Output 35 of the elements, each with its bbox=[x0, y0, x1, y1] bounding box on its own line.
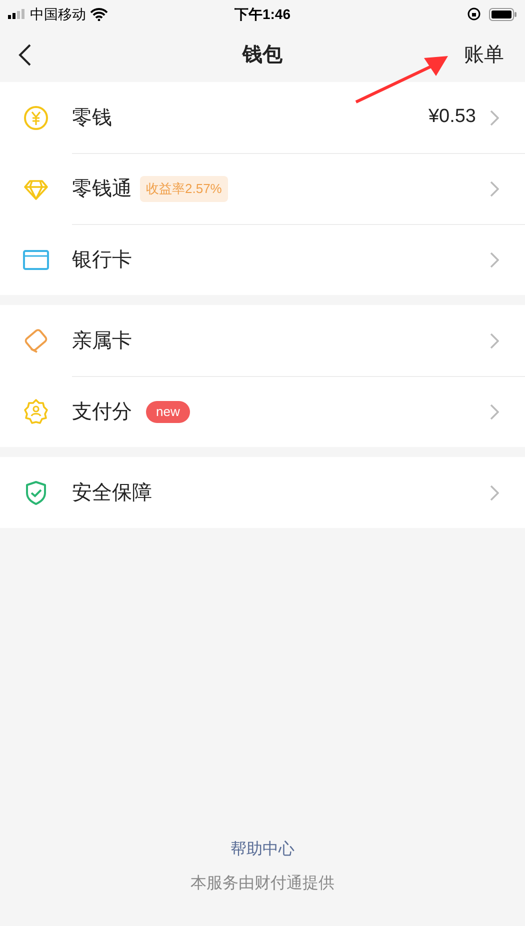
clock-time: 下午1:46 bbox=[234, 4, 291, 24]
chevron-icon bbox=[490, 252, 499, 268]
new-badge: new bbox=[146, 401, 190, 423]
coin-icon bbox=[22, 104, 50, 132]
rotation-lock-icon bbox=[467, 7, 481, 21]
menu-item[interactable]: 支付分 new bbox=[0, 376, 525, 447]
chevron-icon bbox=[490, 332, 499, 348]
chevron-icon bbox=[490, 110, 499, 126]
wifi-icon bbox=[90, 8, 108, 20]
item-label: 零钱通 bbox=[72, 177, 132, 202]
item-label: 零钱 bbox=[72, 106, 112, 130]
chevron-icon bbox=[490, 484, 499, 500]
signal-icon bbox=[8, 9, 26, 19]
item-label: 亲属卡 bbox=[72, 328, 132, 354]
item-label: 安全保障 bbox=[72, 480, 152, 506]
menu-item[interactable]: 安全保障 bbox=[0, 457, 525, 528]
chevron-icon bbox=[490, 404, 499, 420]
badge-person-icon bbox=[22, 398, 50, 426]
item-label: 支付分 bbox=[72, 400, 132, 425]
back-icon bbox=[18, 43, 32, 67]
menu-item[interactable]: 零钱通 收益率2.57% bbox=[0, 153, 525, 224]
item-label: 银行卡 bbox=[72, 248, 132, 273]
provider-note: 本服务由财付通提供 bbox=[190, 874, 334, 894]
carrier-name: 中国移动 bbox=[30, 4, 86, 24]
bills-link[interactable]: 账单 bbox=[464, 40, 507, 70]
menu-item[interactable]: 零钱 ¥0.53 bbox=[0, 82, 525, 153]
menu-item[interactable]: 亲属卡 bbox=[0, 305, 525, 376]
battery-icon bbox=[489, 8, 517, 20]
page-title: 钱包 bbox=[242, 43, 282, 68]
balance-amount: ¥0.53 bbox=[428, 105, 476, 130]
help-center-link[interactable]: 帮助中心 bbox=[230, 838, 294, 862]
menu-item[interactable]: 银行卡 bbox=[0, 224, 525, 295]
chevron-icon bbox=[490, 181, 499, 197]
yield-rate-tag: 收益率2.57% bbox=[140, 176, 228, 202]
tilted-card-icon bbox=[22, 326, 50, 354]
